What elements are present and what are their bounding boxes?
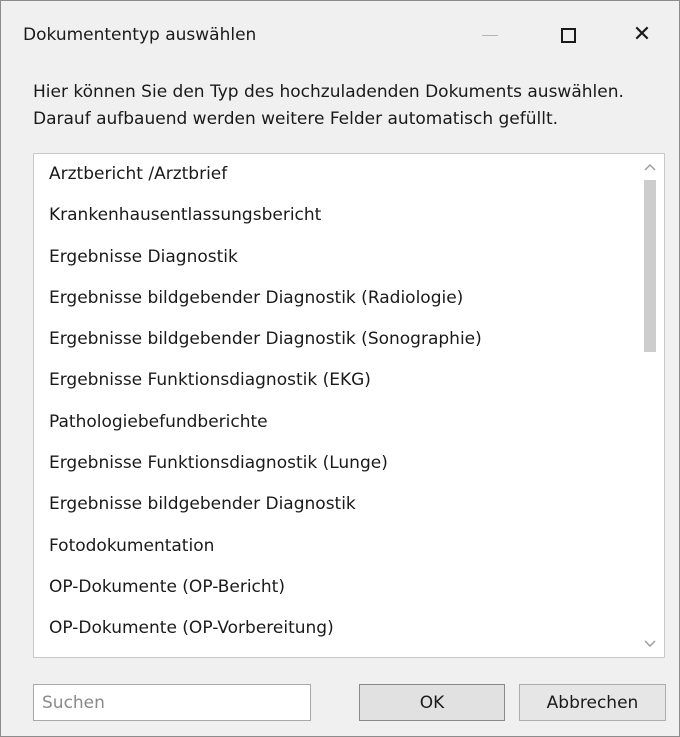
list-item[interactable]: Ergebnisse Funktionsdiagnostik (Lunge) <box>34 443 634 484</box>
chevron-up-icon[interactable] <box>636 156 664 178</box>
document-type-list[interactable]: Arztbericht /Arztbrief Krankenhausentlass… <box>33 153 665 658</box>
description-text: Hier können Sie den Typ des hochzuladend… <box>33 79 663 133</box>
description-line-1: Hier können Sie den Typ des hochzuladend… <box>33 82 624 102</box>
list-item[interactable]: Pathologiebefundberichte <box>34 402 634 443</box>
list-item[interactable]: Ergebnisse bildgebender Diagnostik (Sono… <box>34 319 634 360</box>
chevron-down-icon[interactable] <box>636 633 664 655</box>
vertical-scrollbar[interactable] <box>636 154 664 657</box>
close-icon: ✕ <box>632 22 652 47</box>
minimize-icon <box>482 34 498 36</box>
list-item[interactable]: Ergebnisse bildgebender Diagnostik <box>34 484 634 525</box>
search-input[interactable] <box>33 684 311 721</box>
list-item[interactable]: Ergebnisse Diagnostik <box>34 237 634 278</box>
list-item[interactable]: Ergebnisse Funktionsdiagnostik (EKG) <box>34 360 634 401</box>
document-type-items: Arztbericht /Arztbrief Krankenhausentlass… <box>34 154 634 650</box>
window-title: Dokumententyp auswählen <box>23 25 257 45</box>
list-item[interactable]: OP-Dokumente (OP-Vorbereitung) <box>34 608 634 649</box>
list-item[interactable]: Ergebnisse bildgebender Diagnostik (Radi… <box>34 278 634 319</box>
ok-button[interactable]: OK <box>359 684 505 721</box>
list-item[interactable]: Fotodokumentation <box>34 526 634 567</box>
maximize-button[interactable] <box>545 13 591 57</box>
list-item[interactable]: Krankenhausentlassungsbericht <box>34 195 634 236</box>
list-item[interactable]: OP-Dokumente (OP-Bericht) <box>34 567 634 608</box>
close-button[interactable]: ✕ <box>619 13 665 57</box>
scrollbar-thumb[interactable] <box>644 180 656 352</box>
maximize-icon <box>560 27 576 43</box>
cancel-button[interactable]: Abbrechen <box>519 684 666 721</box>
list-item[interactable]: Arztbericht /Arztbrief <box>34 154 634 195</box>
description-line-2: Darauf aufbauend werden weitere Felder a… <box>33 109 559 129</box>
title-bar: Dokumententyp auswählen ✕ <box>1 1 679 65</box>
dialog-window: Dokumententyp auswählen ✕ Hier können Si… <box>0 0 680 737</box>
minimize-button[interactable] <box>467 13 513 57</box>
